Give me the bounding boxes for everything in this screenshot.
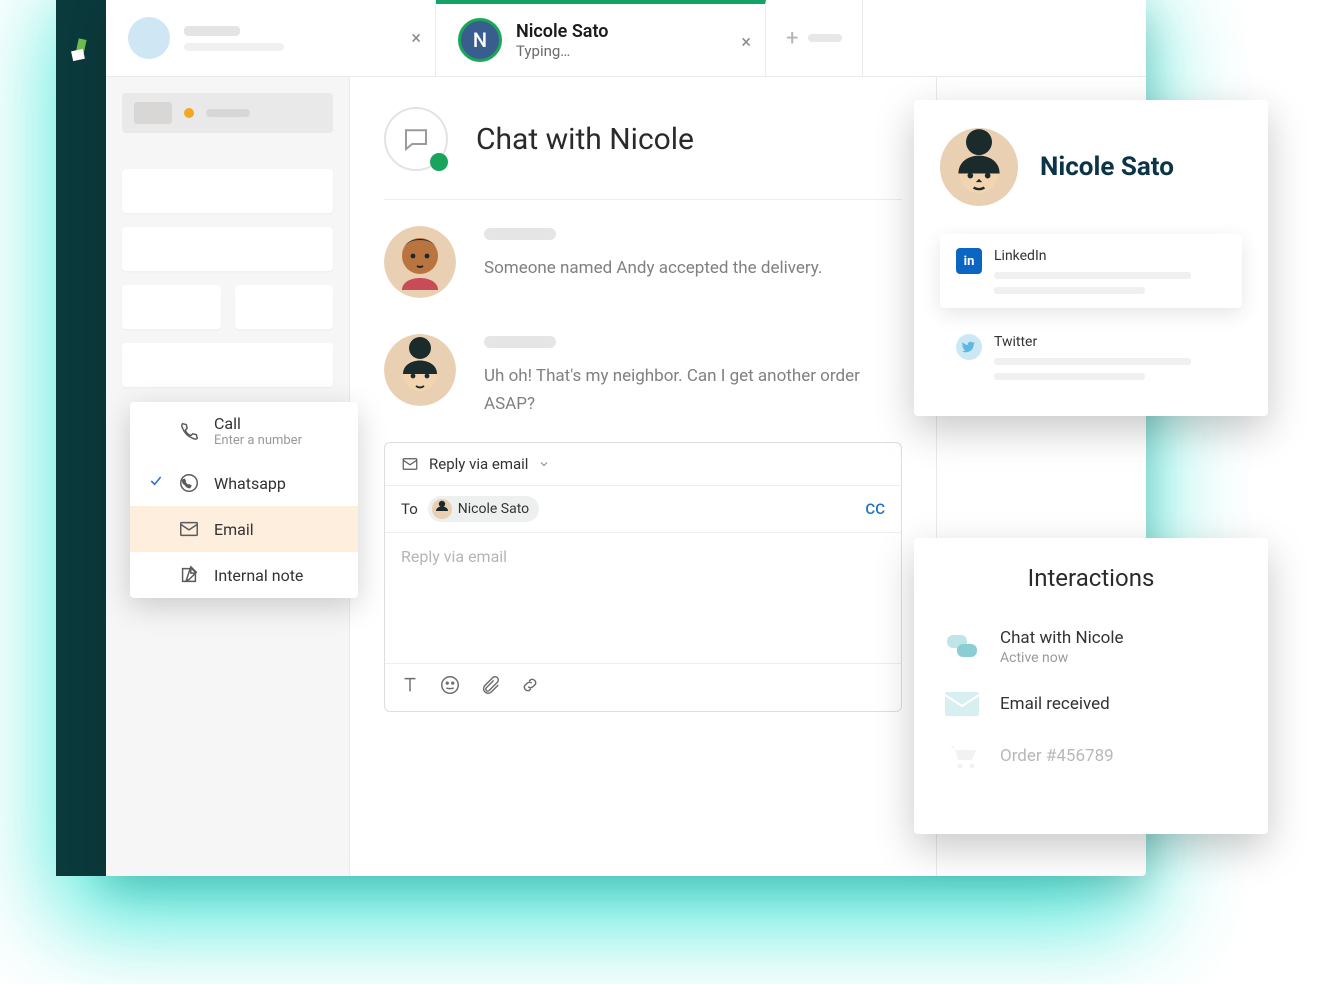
- channel-dropdown: CallEnter a number Whatsapp Email Intern…: [130, 402, 358, 598]
- chat-bubble-icon: [384, 107, 448, 171]
- envelope-icon: [178, 518, 200, 540]
- close-icon[interactable]: ×: [411, 28, 421, 49]
- tab-new[interactable]: +: [766, 0, 863, 76]
- sender-placeholder: [484, 336, 556, 348]
- close-icon[interactable]: ×: [741, 32, 751, 53]
- chip-name: Nicole Sato: [458, 501, 529, 517]
- plus-icon: +: [786, 26, 798, 51]
- attachment-icon[interactable]: [479, 674, 501, 701]
- composer-toolbar: [385, 663, 901, 711]
- interaction-email[interactable]: Email received: [944, 678, 1238, 730]
- message-row: Uh oh! That's my neighbor. Can I get ano…: [384, 334, 902, 418]
- envelope-filled-icon: [944, 690, 980, 718]
- tab-subtitle: Typing…: [516, 42, 609, 60]
- whatsapp-icon: [178, 472, 200, 494]
- chat-panel: Chat with Nicole Someone named Andy acce…: [350, 77, 936, 876]
- interactions-title: Interactions: [944, 564, 1238, 592]
- message-text: Uh oh! That's my neighbor. Can I get ano…: [484, 362, 902, 418]
- emoji-icon[interactable]: [439, 674, 461, 701]
- sender-placeholder: [484, 228, 556, 240]
- status-dot-icon: [430, 153, 448, 171]
- avatar-placeholder: [128, 17, 170, 59]
- cc-button[interactable]: CC: [865, 500, 885, 518]
- reply-channel-label: Reply via email: [429, 455, 528, 473]
- profile-name: Nicole Sato: [1040, 152, 1174, 182]
- chevron-down-icon: [538, 458, 550, 470]
- phone-icon: [178, 420, 200, 442]
- interaction-chat[interactable]: Chat with NicoleActive now: [944, 616, 1238, 678]
- avatar-mini-icon: [432, 499, 452, 519]
- dd-item-email[interactable]: Email: [130, 506, 358, 552]
- chat-icon: [944, 633, 980, 661]
- tab-bar: × N Nicole Sato Typing… × +: [106, 0, 1146, 76]
- app-sidebar: [56, 0, 106, 876]
- profile-card: Nicole Sato in LinkedIn Twitter: [914, 100, 1268, 416]
- list-item[interactable]: [122, 343, 333, 387]
- avatar-nicole-large: [940, 128, 1018, 206]
- reply-channel-select[interactable]: Reply via email: [385, 443, 901, 486]
- recipient-chip[interactable]: Nicole Sato: [428, 496, 539, 522]
- linkedin-icon: in: [956, 248, 982, 274]
- interaction-order[interactable]: Order #456789: [944, 730, 1238, 782]
- avatar-initial: N: [458, 18, 502, 62]
- envelope-icon: [401, 455, 419, 473]
- tab-inactive[interactable]: ×: [106, 0, 436, 76]
- to-label: To: [401, 500, 418, 518]
- tab-title: Nicole Sato: [516, 21, 609, 42]
- message-row: Someone named Andy accepted the delivery…: [384, 226, 902, 298]
- reply-textarea[interactable]: Reply via email: [385, 533, 901, 663]
- social-linkedin[interactable]: in LinkedIn: [940, 234, 1242, 308]
- message-text: Someone named Andy accepted the delivery…: [484, 254, 822, 282]
- chat-header: Chat with Nicole: [384, 107, 902, 200]
- list-item[interactable]: [122, 285, 221, 329]
- list-item[interactable]: [122, 169, 333, 213]
- list-item[interactable]: [235, 285, 334, 329]
- cart-icon: [944, 742, 980, 770]
- app-logo-icon: [68, 36, 94, 66]
- note-icon: [178, 564, 200, 586]
- dd-item-whatsapp[interactable]: Whatsapp: [130, 460, 358, 506]
- list-item[interactable]: [122, 227, 333, 271]
- link-icon[interactable]: [519, 674, 541, 701]
- recipient-row: To Nicole Sato CC: [385, 486, 901, 533]
- dd-item-call[interactable]: CallEnter a number: [130, 402, 358, 460]
- interactions-card: Interactions Chat with NicoleActive now …: [914, 538, 1268, 834]
- text-format-icon[interactable]: [399, 674, 421, 701]
- reply-composer: Reply via email To Nicole Sato CC Reply …: [384, 442, 902, 712]
- chat-title: Chat with Nicole: [476, 122, 694, 157]
- avatar-agent: [384, 226, 456, 298]
- dd-item-note[interactable]: Internal note: [130, 552, 358, 598]
- filter-bar[interactable]: [122, 93, 333, 133]
- social-twitter[interactable]: Twitter: [940, 320, 1242, 394]
- tab-active-nicole[interactable]: N Nicole Sato Typing… ×: [436, 0, 766, 76]
- twitter-icon: [956, 334, 982, 360]
- check-icon: [148, 473, 164, 493]
- avatar-nicole: [384, 334, 456, 406]
